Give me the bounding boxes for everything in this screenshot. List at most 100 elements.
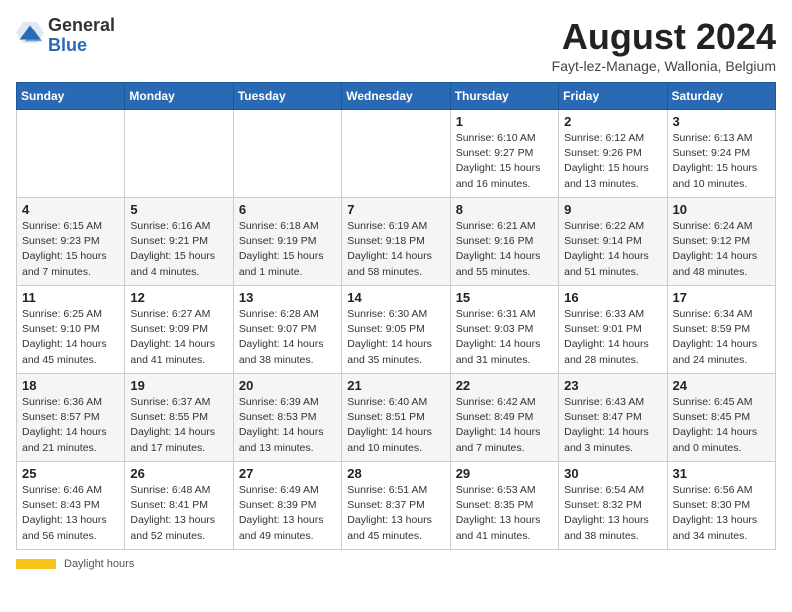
title-area: August 2024 Fayt-lez-Manage, Wallonia, B… [552,16,776,74]
calendar-cell: 11 Sunrise: 6:25 AM Sunset: 9:10 PM Dayli… [17,286,125,374]
calendar-cell: 6 Sunrise: 6:18 AM Sunset: 9:19 PM Daylig… [233,198,341,286]
calendar-cell: 7 Sunrise: 6:19 AM Sunset: 9:18 PM Daylig… [342,198,450,286]
daylight-label: Daylight hours [64,558,134,570]
calendar-cell: 23Sunrise: 6:43 AM Sunset: 8:47 PM Dayli… [559,374,667,462]
day-info: Sunrise: 6:24 AM Sunset: 9:12 PM Dayligh… [673,219,770,280]
calendar-header-monday: Monday [125,83,233,110]
calendar-cell: 27 Sunrise: 6:49 AM Sunset: 8:39 PM Dayli… [233,462,341,550]
calendar-cell: 13 Sunrise: 6:28 AM Sunset: 9:07 PM Dayli… [233,286,341,374]
logo: General Blue [16,16,115,56]
day-number: 8 [456,202,553,217]
calendar-cell [233,110,341,198]
day-info: Sunrise: 6:19 AM Sunset: 9:18 PM Dayligh… [347,219,444,280]
day-number: 4 [22,202,119,217]
day-number: 3 [673,114,770,129]
calendar-cell: 9Sunrise: 6:22 AM Sunset: 9:14 PM Daylig… [559,198,667,286]
calendar-week-row: 4 Sunrise: 6:15 AM Sunset: 9:23 PM Daylig… [17,198,776,286]
day-number: 31 [673,466,770,481]
calendar-cell: 22 Sunrise: 6:42 AM Sunset: 8:49 PM Dayli… [450,374,558,462]
calendar-cell: 18Sunrise: 6:36 AM Sunset: 8:57 PM Dayli… [17,374,125,462]
day-number: 18 [22,378,119,393]
daylight-bar-icon [16,559,56,569]
calendar-cell: 21 Sunrise: 6:40 AM Sunset: 8:51 PM Dayli… [342,374,450,462]
day-info: Sunrise: 6:18 AM Sunset: 9:19 PM Dayligh… [239,219,336,280]
day-info: Sunrise: 6:49 AM Sunset: 8:39 PM Dayligh… [239,483,336,544]
day-number: 10 [673,202,770,217]
calendar-cell: 5 Sunrise: 6:16 AM Sunset: 9:21 PM Daylig… [125,198,233,286]
calendar-cell: 12 Sunrise: 6:27 AM Sunset: 9:09 PM Dayli… [125,286,233,374]
day-info: Sunrise: 6:48 AM Sunset: 8:41 PM Dayligh… [130,483,227,544]
calendar-cell: 25 Sunrise: 6:46 AM Sunset: 8:43 PM Dayli… [17,462,125,550]
day-number: 5 [130,202,227,217]
day-info: Sunrise: 6:30 AM Sunset: 9:05 PM Dayligh… [347,307,444,368]
day-info: Sunrise: 6:53 AM Sunset: 8:35 PM Dayligh… [456,483,553,544]
day-number: 30 [564,466,661,481]
day-number: 7 [347,202,444,217]
day-info: Sunrise: 6:25 AM Sunset: 9:10 PM Dayligh… [22,307,119,368]
calendar-cell: 29 Sunrise: 6:53 AM Sunset: 8:35 PM Dayli… [450,462,558,550]
calendar-cell: 24Sunrise: 6:45 AM Sunset: 8:45 PM Dayli… [667,374,775,462]
day-number: 14 [347,290,444,305]
calendar-cell: 19Sunrise: 6:37 AM Sunset: 8:55 PM Dayli… [125,374,233,462]
logo-text: General Blue [48,16,115,56]
calendar-header-row: SundayMondayTuesdayWednesdayThursdayFrid… [17,83,776,110]
calendar-week-row: 25 Sunrise: 6:46 AM Sunset: 8:43 PM Dayli… [17,462,776,550]
calendar-header-wednesday: Wednesday [342,83,450,110]
calendar-cell: 20Sunrise: 6:39 AM Sunset: 8:53 PM Dayli… [233,374,341,462]
calendar-cell: 28 Sunrise: 6:51 AM Sunset: 8:37 PM Dayli… [342,462,450,550]
day-info: Sunrise: 6:34 AM Sunset: 8:59 PM Dayligh… [673,307,770,368]
calendar-cell: 14 Sunrise: 6:30 AM Sunset: 9:05 PM Dayli… [342,286,450,374]
calendar-table: SundayMondayTuesdayWednesdayThursdayFrid… [16,82,776,550]
day-number: 22 [456,378,553,393]
calendar-cell: 3 Sunrise: 6:13 AM Sunset: 9:24 PM Daylig… [667,110,775,198]
day-info: Sunrise: 6:31 AM Sunset: 9:03 PM Dayligh… [456,307,553,368]
calendar-cell: 17 Sunrise: 6:34 AM Sunset: 8:59 PM Dayli… [667,286,775,374]
calendar-cell: 26Sunrise: 6:48 AM Sunset: 8:41 PM Dayli… [125,462,233,550]
calendar-cell: 8 Sunrise: 6:21 AM Sunset: 9:16 PM Daylig… [450,198,558,286]
day-number: 11 [22,290,119,305]
day-info: Sunrise: 6:28 AM Sunset: 9:07 PM Dayligh… [239,307,336,368]
day-info: Sunrise: 6:21 AM Sunset: 9:16 PM Dayligh… [456,219,553,280]
day-info: Sunrise: 6:54 AM Sunset: 8:32 PM Dayligh… [564,483,661,544]
day-info: Sunrise: 6:27 AM Sunset: 9:09 PM Dayligh… [130,307,227,368]
day-info: Sunrise: 6:51 AM Sunset: 8:37 PM Dayligh… [347,483,444,544]
calendar-header-tuesday: Tuesday [233,83,341,110]
calendar-cell [125,110,233,198]
day-info: Sunrise: 6:10 AM Sunset: 9:27 PM Dayligh… [456,131,553,192]
calendar-week-row: 18Sunrise: 6:36 AM Sunset: 8:57 PM Dayli… [17,374,776,462]
day-number: 17 [673,290,770,305]
day-number: 20 [239,378,336,393]
day-info: Sunrise: 6:45 AM Sunset: 8:45 PM Dayligh… [673,395,770,456]
day-number: 12 [130,290,227,305]
day-number: 21 [347,378,444,393]
day-number: 23 [564,378,661,393]
calendar-header-saturday: Saturday [667,83,775,110]
day-number: 16 [564,290,661,305]
day-info: Sunrise: 6:16 AM Sunset: 9:21 PM Dayligh… [130,219,227,280]
calendar-week-row: 1 Sunrise: 6:10 AM Sunset: 9:27 PM Daylig… [17,110,776,198]
day-number: 6 [239,202,336,217]
day-number: 13 [239,290,336,305]
day-info: Sunrise: 6:15 AM Sunset: 9:23 PM Dayligh… [22,219,119,280]
day-number: 27 [239,466,336,481]
day-number: 29 [456,466,553,481]
day-number: 15 [456,290,553,305]
footer-note: Daylight hours [16,558,776,570]
calendar-header-sunday: Sunday [17,83,125,110]
day-info: Sunrise: 6:13 AM Sunset: 9:24 PM Dayligh… [673,131,770,192]
page-header: General Blue August 2024 Fayt-lez-Manage… [16,16,776,74]
calendar-cell [342,110,450,198]
day-number: 28 [347,466,444,481]
day-info: Sunrise: 6:42 AM Sunset: 8:49 PM Dayligh… [456,395,553,456]
calendar-cell: 1 Sunrise: 6:10 AM Sunset: 9:27 PM Daylig… [450,110,558,198]
day-number: 1 [456,114,553,129]
day-number: 19 [130,378,227,393]
main-title: August 2024 [552,16,776,58]
day-info: Sunrise: 6:40 AM Sunset: 8:51 PM Dayligh… [347,395,444,456]
day-number: 25 [22,466,119,481]
calendar-cell: 10 Sunrise: 6:24 AM Sunset: 9:12 PM Dayli… [667,198,775,286]
calendar-cell [17,110,125,198]
day-info: Sunrise: 6:46 AM Sunset: 8:43 PM Dayligh… [22,483,119,544]
calendar-cell: 30 Sunrise: 6:54 AM Sunset: 8:32 PM Dayli… [559,462,667,550]
calendar-cell: 16Sunrise: 6:33 AM Sunset: 9:01 PM Dayli… [559,286,667,374]
